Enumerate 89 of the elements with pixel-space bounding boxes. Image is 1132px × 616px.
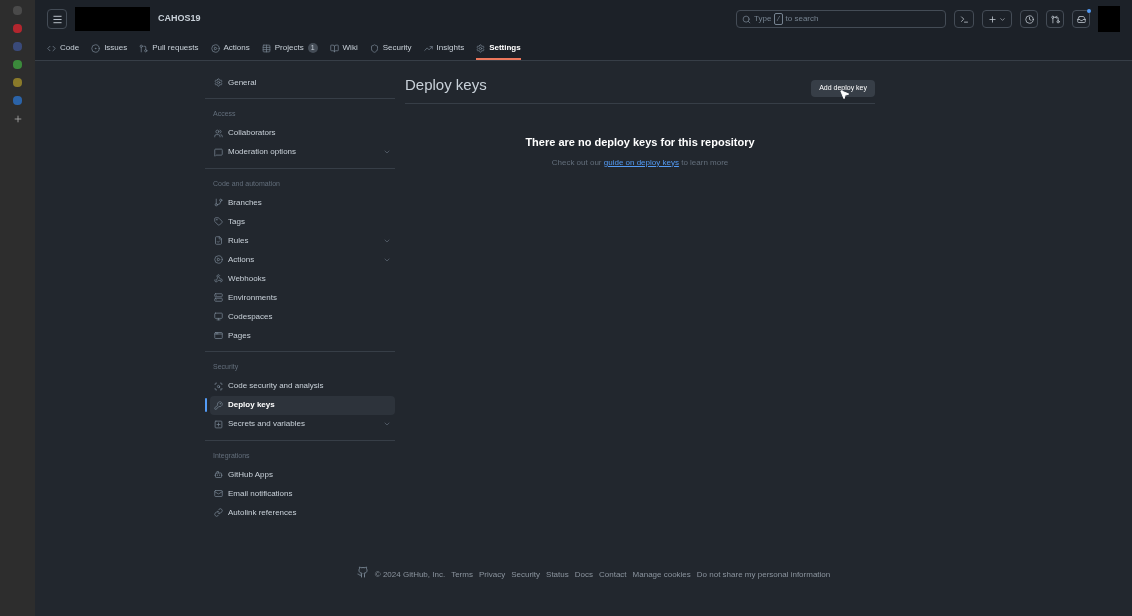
app-icon[interactable] xyxy=(13,24,22,33)
repo-tab[interactable]: Security xyxy=(369,38,412,60)
clock-icon xyxy=(1024,14,1034,24)
footer-link[interactable]: Security xyxy=(511,569,541,581)
sidebar-item[interactable]: Deploy keys xyxy=(210,395,395,415)
settings-icon xyxy=(476,43,486,53)
code-icon xyxy=(47,43,56,53)
terminal-icon xyxy=(959,14,969,24)
sidebar-item[interactable]: Environments xyxy=(210,288,395,307)
gear-icon xyxy=(214,78,223,87)
mail-icon xyxy=(214,489,223,498)
footer-link[interactable]: Contact xyxy=(599,569,627,581)
plus-icon xyxy=(988,14,997,24)
document-icon xyxy=(214,236,223,245)
copyright-text: © 2024 GitHub, Inc. xyxy=(374,569,446,581)
graph-icon xyxy=(423,43,433,53)
menu-button[interactable] xyxy=(47,9,67,29)
sidebar-item[interactable]: Code security and analysis xyxy=(210,376,395,396)
repo-tab[interactable]: Code xyxy=(47,38,80,60)
repo-name[interactable]: CAHOS19 xyxy=(158,12,201,26)
inbox-icon xyxy=(1076,14,1086,24)
repo-tab[interactable]: Actions xyxy=(210,38,250,60)
sidebar-item[interactable]: Moderation options xyxy=(210,142,395,162)
repo-tab[interactable]: Pull requests xyxy=(139,38,199,60)
inbox-button[interactable] xyxy=(1072,10,1090,28)
search-placeholder: Type xyxy=(754,13,772,25)
book-icon xyxy=(329,43,339,53)
page-title: Deploy keys xyxy=(405,74,487,95)
pull-request-icon xyxy=(1050,14,1060,24)
key-icon xyxy=(214,400,223,410)
robot-icon xyxy=(214,470,223,479)
people-icon xyxy=(214,128,223,138)
sidebar-item[interactable]: Tags xyxy=(210,212,395,231)
repo-tab[interactable]: Wiki xyxy=(329,38,358,60)
shield-icon xyxy=(369,43,379,53)
guide-link[interactable]: guide on deploy keys xyxy=(603,157,679,167)
app-icon[interactable] xyxy=(13,60,22,69)
link-icon xyxy=(214,508,223,517)
footer-link[interactable]: Do not share my personal information xyxy=(696,569,831,581)
sidebar-item[interactable]: General xyxy=(210,73,395,92)
empty-state-text: Check out our guide on deploy keys to learn more xyxy=(551,156,729,169)
speech-icon xyxy=(214,147,223,157)
repo-tab[interactable]: Issues xyxy=(91,38,128,60)
pull-requests-button[interactable] xyxy=(1046,10,1064,28)
sidebar-item[interactable]: Branches xyxy=(210,193,395,212)
issues-button[interactable] xyxy=(1020,10,1038,28)
sidebar-item[interactable]: Autolink references xyxy=(210,503,395,522)
sidebar-item[interactable]: Rules xyxy=(210,231,395,250)
create-button[interactable] xyxy=(982,10,1012,28)
play-icon xyxy=(210,43,220,53)
sidebar-item[interactable]: Collaborators xyxy=(210,123,395,143)
caret-icon xyxy=(999,15,1006,23)
footer-link[interactable]: Terms xyxy=(451,569,473,581)
app-icon[interactable] xyxy=(13,78,22,87)
webhook-icon xyxy=(214,274,223,283)
command-palette-button[interactable] xyxy=(954,10,974,28)
repo-tab[interactable]: Insights xyxy=(423,38,465,60)
repo-tab[interactable]: Settings xyxy=(476,38,521,60)
sidebar-item[interactable]: Actions xyxy=(210,250,395,269)
branch-icon xyxy=(214,198,223,207)
sidebar-item[interactable]: Secrets and variables xyxy=(210,414,395,434)
play-icon xyxy=(214,255,223,264)
search-placeholder: to search xyxy=(785,13,819,25)
app-icon[interactable] xyxy=(13,96,22,105)
empty-state-title: There are no deploy keys for this repository xyxy=(525,135,755,150)
chevron-icon xyxy=(383,420,391,428)
add-icon[interactable] xyxy=(12,114,23,124)
chevron-icon xyxy=(383,148,391,156)
menu-icon xyxy=(51,13,63,25)
footer-link[interactable]: Privacy xyxy=(478,569,506,581)
sidebar-item[interactable]: Webhooks xyxy=(210,269,395,288)
table-icon xyxy=(261,43,271,53)
pull-request-icon xyxy=(139,43,149,53)
monitor-icon xyxy=(214,312,223,321)
sidebar-item[interactable]: Codespaces xyxy=(210,307,395,326)
sidebar-item[interactable]: GitHub Apps xyxy=(210,465,395,484)
footer-link[interactable]: Manage cookies xyxy=(632,569,691,581)
sidebar-item[interactable]: Email notifications xyxy=(210,484,395,503)
footer-link[interactable]: Docs xyxy=(574,569,593,581)
sidebar-item[interactable]: Pages xyxy=(210,326,395,345)
search-icon xyxy=(742,14,751,24)
server-icon xyxy=(214,293,223,302)
plus-square-icon xyxy=(214,419,223,429)
logo-icon xyxy=(356,566,369,578)
footer-link[interactable]: Status xyxy=(546,569,569,581)
window-icon xyxy=(214,331,223,340)
circle-icon xyxy=(91,43,101,53)
redaction-block xyxy=(1098,6,1120,32)
tag-icon xyxy=(214,217,223,226)
